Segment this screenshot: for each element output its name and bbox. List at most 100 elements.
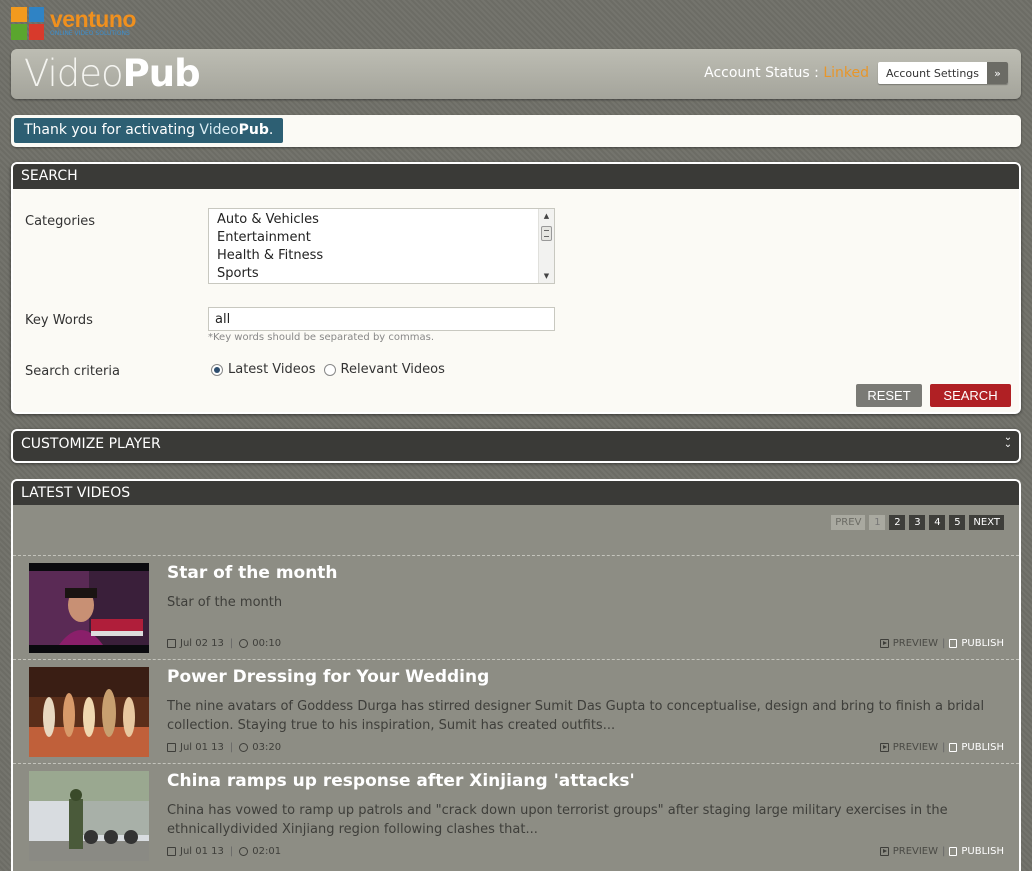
video-actions: PREVIEW | PUBLISH [879, 742, 1004, 753]
calendar-icon [167, 847, 176, 856]
ventuno-logo[interactable]: ventuno ONLINE VIDEO SOLUTIONS [11, 6, 136, 40]
notice-box: Thank you for activating VideoPub. [11, 115, 1021, 147]
scroll-up-arrow-icon[interactable]: ▲ [539, 209, 554, 223]
account-status: Account Status : Linked [704, 65, 869, 81]
video-meta: Jul 02 13 | 00:10 [167, 638, 281, 649]
pager-page-current[interactable]: 1 [869, 515, 886, 530]
logo-mark-icon [11, 6, 44, 40]
logo-tagline: ONLINE VIDEO SOLUTIONS [50, 30, 130, 37]
preview-play-icon[interactable] [879, 639, 889, 648]
video-title[interactable]: Power Dressing for Your Wedding [167, 667, 489, 687]
video-title[interactable]: China ramps up response after Xinjiang '… [167, 771, 635, 791]
keywords-hint: *Key words should be separated by commas… [208, 332, 435, 343]
search-criteria-label: Search criteria [25, 364, 120, 379]
account-status-label: Account Status : [704, 65, 819, 81]
preview-play-icon[interactable] [879, 847, 889, 856]
video-thumbnail[interactable] [29, 771, 149, 861]
publish-link[interactable]: PUBLISH [961, 638, 1004, 649]
video-item: Power Dressing for Your Wedding The nine… [13, 659, 1019, 763]
clock-icon [239, 743, 249, 752]
clock-icon [239, 847, 249, 856]
video-date: Jul 02 13 [180, 638, 224, 649]
clock-icon [239, 639, 249, 648]
video-meta: Jul 01 13 | 03:20 [167, 742, 281, 753]
account-status-value: Linked [823, 65, 869, 81]
category-option[interactable]: Health & Fitness [217, 247, 554, 265]
account-settings-button[interactable]: Account Settings » [878, 62, 1008, 84]
pager-page[interactable]: 2 [889, 515, 906, 530]
video-list: Star of the month Star of the month Jul … [13, 555, 1019, 867]
preview-link[interactable]: PREVIEW [893, 846, 938, 857]
latest-videos-radio[interactable] [211, 363, 223, 376]
categories-listbox[interactable]: Auto & Vehicles Entertainment Health & F… [208, 208, 555, 284]
preview-link[interactable]: PREVIEW [893, 638, 938, 649]
header-bar: VideoPub Account Status : Linked Account… [11, 49, 1021, 99]
preview-play-icon[interactable] [879, 743, 889, 752]
video-item: Star of the month Star of the month Jul … [13, 555, 1019, 659]
video-description: China has vowed to ramp up patrols and "… [167, 803, 948, 837]
pager-next-button[interactable]: NEXT [969, 515, 1004, 530]
calendar-icon [167, 639, 176, 648]
search-panel: SEARCH Categories Auto & Vehicles Entert… [11, 162, 1021, 414]
notice-prefix: Thank you for activating [24, 122, 200, 138]
video-title[interactable]: Star of the month [167, 563, 338, 583]
customize-player-label: CUSTOMIZE PLAYER [21, 436, 161, 452]
keywords-label: Key Words [25, 313, 93, 328]
video-item: China ramps up response after Xinjiang '… [13, 763, 1019, 867]
latest-videos-title: LATEST VIDEOS [13, 481, 1019, 505]
notice-suffix: . [268, 122, 274, 138]
video-date: Jul 01 13 [180, 846, 224, 857]
video-description: The nine avatars of Goddess Durga has st… [167, 699, 985, 733]
category-option[interactable]: Auto & Vehicles [217, 211, 554, 229]
publish-link[interactable]: PUBLISH [961, 846, 1004, 857]
calendar-icon [167, 743, 176, 752]
customize-player-title[interactable]: CUSTOMIZE PLAYER ⌄ ⌄ [13, 431, 1019, 461]
logo-name: ventuno [50, 6, 136, 32]
brand-bold: Pub [122, 52, 201, 95]
publish-doc-icon[interactable] [949, 743, 958, 752]
customize-player-panel[interactable]: CUSTOMIZE PLAYER ⌄ ⌄ [11, 429, 1021, 463]
notice-brand-bold: Pub [238, 122, 269, 138]
video-actions: PREVIEW | PUBLISH [879, 846, 1004, 857]
activation-notice: Thank you for activating VideoPub. [14, 118, 284, 143]
latest-videos-label[interactable]: Latest Videos [228, 362, 316, 377]
search-button[interactable]: SEARCH [930, 384, 1011, 407]
scroll-thumb[interactable] [541, 226, 552, 241]
category-option[interactable]: Entertainment [217, 229, 554, 247]
notice-brand-thin: Video [199, 122, 239, 138]
relevant-videos-radio[interactable] [323, 363, 336, 376]
expand-chevron-icon[interactable]: ⌄ ⌄ [1003, 433, 1013, 450]
double-chevron-right-icon: » [987, 62, 1008, 84]
video-description: Star of the month [167, 595, 283, 610]
pager-prev-button[interactable]: PREV [831, 515, 866, 530]
pager-page[interactable]: 3 [909, 515, 926, 530]
account-settings-label: Account Settings [885, 66, 980, 80]
video-actions: PREVIEW | PUBLISH [879, 638, 1004, 649]
video-duration: 02:01 [252, 846, 282, 857]
scroll-down-arrow-icon[interactable]: ▼ [539, 269, 554, 283]
video-meta: Jul 01 13 | 02:01 [167, 846, 281, 857]
pagination: PREV 1 2 3 4 5 NEXT [831, 515, 1004, 530]
keywords-input[interactable] [208, 307, 555, 331]
video-thumbnail[interactable] [29, 667, 149, 757]
category-option[interactable]: Sports [217, 265, 554, 283]
video-duration: 03:20 [252, 742, 282, 753]
listbox-scrollbar[interactable]: ▲ ▼ [538, 209, 554, 283]
categories-label: Categories [25, 214, 96, 229]
publish-doc-icon[interactable] [949, 847, 958, 856]
video-date: Jul 01 13 [180, 742, 224, 753]
reset-button[interactable]: RESET [856, 384, 922, 407]
pager-page[interactable]: 4 [929, 515, 946, 530]
brand-title: VideoPub [24, 52, 201, 95]
pager-page[interactable]: 5 [949, 515, 966, 530]
video-duration: 00:10 [252, 638, 282, 649]
search-criteria-radio-group: Latest Videos Relevant Videos [211, 362, 453, 377]
video-thumbnail[interactable] [29, 563, 149, 653]
preview-link[interactable]: PREVIEW [893, 742, 938, 753]
brand-thin: Video [24, 52, 124, 95]
publish-doc-icon[interactable] [949, 639, 958, 648]
publish-link[interactable]: PUBLISH [961, 742, 1004, 753]
relevant-videos-label[interactable]: Relevant Videos [341, 362, 445, 377]
latest-videos-panel: LATEST VIDEOS PREV 1 2 3 4 5 NEXT Star o… [11, 479, 1021, 871]
search-panel-title: SEARCH [13, 164, 1019, 189]
